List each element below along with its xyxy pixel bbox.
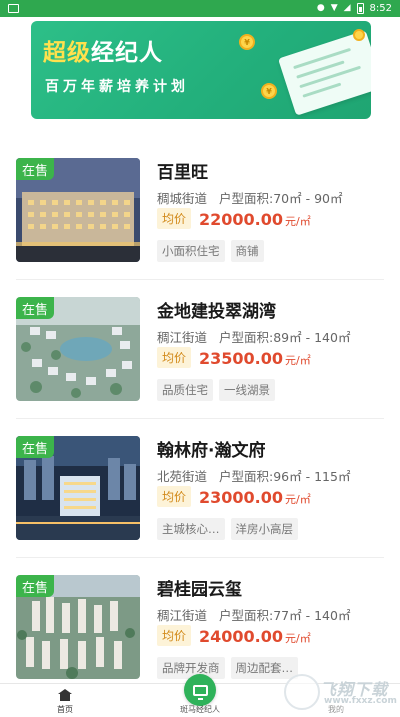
divider bbox=[16, 418, 384, 419]
avg-price-badge: 均价 bbox=[157, 625, 192, 646]
wifi-icon: ▼ bbox=[330, 3, 338, 13]
divider bbox=[16, 279, 384, 280]
watermark-url: www.fxxz.com bbox=[324, 696, 397, 706]
price-row: 均价 24000.00 元/㎡ bbox=[157, 625, 311, 648]
street: 北苑街道 bbox=[157, 469, 208, 484]
watermark-logo-icon bbox=[284, 674, 320, 710]
sale-status-tag: 在售 bbox=[16, 158, 54, 180]
price-unit: 元/㎡ bbox=[285, 354, 311, 367]
monitor-icon bbox=[192, 684, 208, 700]
price-unit: 元/㎡ bbox=[285, 493, 311, 506]
avg-price-badge: 均价 bbox=[157, 486, 192, 507]
feature-tag: 一线湖景 bbox=[219, 379, 275, 401]
feature-tags: 小面积住宅 商铺 bbox=[157, 240, 264, 262]
feature-tags: 品牌开发商 周边配套… bbox=[157, 657, 298, 679]
price-value: 22000.00 bbox=[199, 210, 284, 229]
feature-tags: 品质住宅 一线湖景 bbox=[157, 379, 275, 401]
divider bbox=[16, 557, 384, 558]
property-meta: 稠城街道 户型面积:70㎡ - 90㎡ bbox=[157, 188, 343, 207]
price-row: 均价 23500.00 元/㎡ bbox=[157, 347, 311, 370]
avg-price-badge: 均价 bbox=[157, 208, 192, 229]
property-photo: 在售 bbox=[16, 297, 140, 401]
price-unit: 元/㎡ bbox=[285, 215, 311, 228]
price-value: 23000.00 bbox=[199, 488, 284, 507]
watermark: 飞翔下载 www.fxxz.com bbox=[280, 672, 400, 717]
property-meta: 北苑街道 户型面积:96㎡ - 115㎡ bbox=[157, 466, 350, 485]
battery-icon bbox=[356, 3, 364, 14]
property-photo: 在售 bbox=[16, 158, 140, 262]
feature-tag: 小面积住宅 bbox=[157, 240, 225, 262]
feature-tag: 商铺 bbox=[230, 240, 264, 262]
street: 稠城街道 bbox=[157, 191, 208, 206]
promo-banner[interactable]: 超级经纪人 百万年薪培养计划 ¥ ¥ bbox=[31, 21, 371, 119]
area-range: 户型面积:89㎡ - 140㎡ bbox=[219, 330, 351, 345]
banner-subtitle: 百万年薪培养计划 bbox=[45, 79, 189, 95]
feature-tag: 洋房小高层 bbox=[230, 518, 298, 540]
property-name: 碧桂园云玺 bbox=[157, 580, 242, 600]
status-time: 8:52 bbox=[369, 3, 392, 14]
sale-status-tag: 在售 bbox=[16, 297, 54, 319]
coin-icon: ¥ bbox=[261, 83, 277, 99]
price-value: 23500.00 bbox=[199, 349, 284, 368]
property-photo: 在售 bbox=[16, 436, 140, 540]
price-row: 均价 22000.00 元/㎡ bbox=[157, 208, 311, 231]
street: 稠江街道 bbox=[157, 330, 208, 345]
price-value: 24000.00 bbox=[199, 627, 284, 646]
price-row: 均价 23000.00 元/㎡ bbox=[157, 486, 311, 509]
avg-price-badge: 均价 bbox=[157, 347, 192, 368]
property-name: 百里旺 bbox=[157, 163, 208, 183]
sale-status-tag: 在售 bbox=[16, 575, 54, 597]
nav-home-label: 首页 bbox=[57, 705, 73, 714]
listing-card[interactable]: 在售 金地建投翠湖湾 稠江街道 户型面积:89㎡ - 140㎡ 均价 23500.… bbox=[16, 297, 384, 401]
location-icon: ● bbox=[316, 3, 325, 13]
feature-tags: 主城核心… 洋房小高层 bbox=[157, 518, 298, 540]
nav-home[interactable]: 首页 bbox=[15, 684, 115, 717]
home-icon bbox=[57, 689, 73, 701]
app-notification-icon bbox=[8, 4, 19, 13]
banner-title: 超级经纪人 bbox=[43, 40, 163, 66]
signal-icon: ◢ bbox=[343, 3, 351, 13]
feature-tag: 主城核心… bbox=[157, 518, 225, 540]
listing-card[interactable]: 在售 翰林府·瀚文府 北苑街道 户型面积:96㎡ - 115㎡ 均价 23000.… bbox=[16, 436, 384, 540]
property-meta: 稠江街道 户型面积:77㎡ - 140㎡ bbox=[157, 605, 350, 624]
price-unit: 元/㎡ bbox=[285, 632, 311, 645]
street: 稠江街道 bbox=[157, 608, 208, 623]
property-photo: 在售 bbox=[16, 575, 140, 679]
status-bar: ● ▼ ◢ 8:52 bbox=[0, 0, 400, 17]
coin-icon: ¥ bbox=[239, 34, 255, 50]
property-meta: 稠江街道 户型面积:89㎡ - 140㎡ bbox=[157, 327, 350, 346]
listing-card[interactable]: 在售 百里旺 稠城街道 户型面积:70㎡ - 90㎡ 均价 22000.00 元/… bbox=[16, 158, 384, 262]
listing-card[interactable]: 在售 碧桂园云玺 稠江街道 户型面积:77㎡ - 140㎡ 均价 24000.00… bbox=[16, 575, 384, 679]
area-range: 户型面积:70㎡ - 90㎡ bbox=[219, 191, 343, 206]
document-icon bbox=[277, 30, 371, 116]
area-range: 户型面积:96㎡ - 115㎡ bbox=[219, 469, 351, 484]
property-name: 翰林府·瀚文府 bbox=[157, 441, 266, 461]
sale-status-tag: 在售 bbox=[16, 436, 54, 458]
coin-icon bbox=[353, 29, 365, 41]
property-name: 金地建投翠湖湾 bbox=[157, 302, 276, 322]
agent-center-button[interactable] bbox=[184, 674, 216, 706]
area-range: 户型面积:77㎡ - 140㎡ bbox=[219, 608, 351, 623]
feature-tag: 品质住宅 bbox=[157, 379, 213, 401]
